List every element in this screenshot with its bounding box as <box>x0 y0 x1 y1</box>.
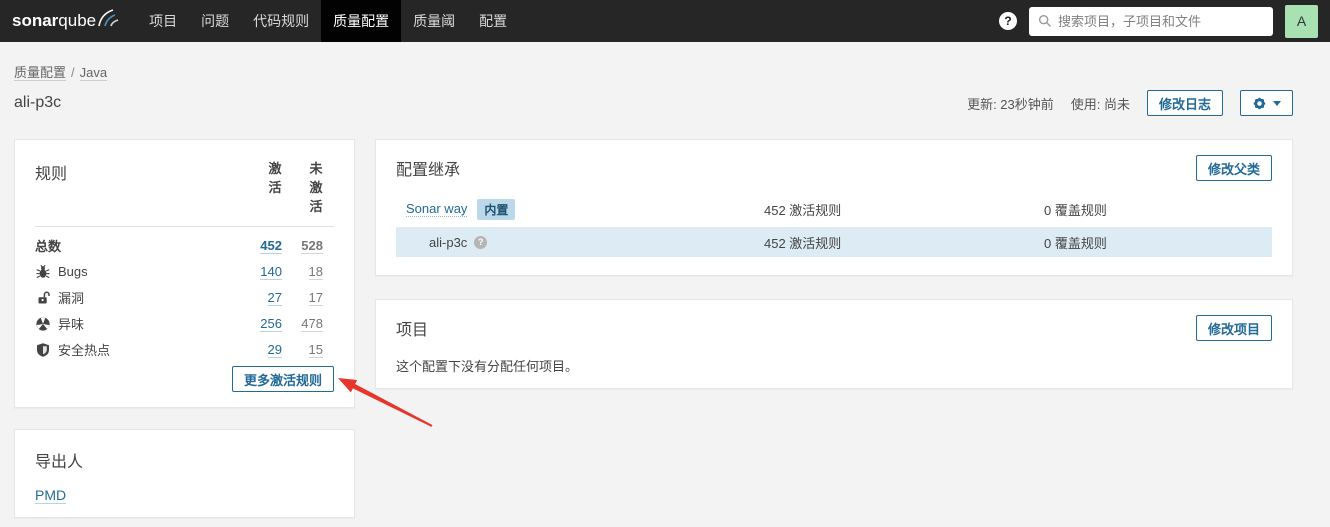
bug-icon <box>35 264 51 280</box>
profile-actions-button[interactable] <box>1240 90 1293 116</box>
rule-row-bugs: Bugs 140 18 <box>35 259 334 285</box>
rules-table-header: 规则 激活 未激活 <box>35 160 334 217</box>
rules-panel: 规则 激活 未激活 总数 452 528 Bugs 140 18 漏洞 27 1… <box>14 139 355 408</box>
built-in-badge: 内置 <box>477 198 516 220</box>
vulnerabilities-inactive-count-link[interactable]: 17 <box>308 290 323 307</box>
code-smell-icon <box>35 316 51 332</box>
used-status: 使用: 尚未 <box>1070 96 1130 112</box>
security-hotspot-icon <box>35 342 51 358</box>
changelog-button[interactable]: 修改日志 <box>1146 90 1223 116</box>
inheritance-panel: 配置继承 修改父类 Sonar way 内置 452 激活规则 0 覆盖规则 a… <box>375 139 1293 276</box>
sonarqube-logo[interactable]: sonar qube <box>12 0 121 42</box>
profile-help-icon[interactable]: ? <box>474 235 488 249</box>
projects-panel-title: 项目 <box>396 322 429 339</box>
rules-col-inactive-header: 未激活 <box>309 161 323 214</box>
more-active-rules-button[interactable]: 更多激活规则 <box>231 366 334 392</box>
global-search[interactable] <box>1029 6 1273 36</box>
breadcrumb-quality-profiles-link[interactable]: 质量配置 <box>14 65 67 81</box>
right-column: 配置继承 修改父类 Sonar way 内置 452 激活规则 0 覆盖规则 a… <box>375 139 1293 389</box>
current-profile-active-rules: 452 激活规则 <box>764 235 842 251</box>
rule-label-total: 总数 <box>35 239 62 255</box>
search-icon <box>1038 14 1051 27</box>
nav-item-quality-profiles[interactable]: 质量配置 <box>321 0 402 42</box>
updated-timestamp: 更新: 23秒钟前 <box>967 96 1054 112</box>
gear-icon <box>1253 97 1266 109</box>
logo-text-light: qube <box>58 11 97 30</box>
rules-divider <box>35 225 334 227</box>
bugs-active-count-link[interactable]: 140 <box>260 264 282 281</box>
profile-meta: 更新: 23秒钟前 使用: 尚未 修改日志 <box>967 90 1293 116</box>
inheritance-row-sonar-way: Sonar way 内置 452 激活规则 0 覆盖规则 <box>396 194 1272 224</box>
logo-text-bold: sonar <box>12 11 59 30</box>
page-content: 质量配置 / Java ali-p3c 更新: 23秒钟前 使用: 尚未 修改日志 <box>0 62 1330 518</box>
profile-header: ali-p3c 更新: 23秒钟前 使用: 尚未 修改日志 <box>14 90 1293 116</box>
search-input[interactable] <box>1058 13 1264 29</box>
projects-panel: 项目 修改项目 这个配置下没有分配任何项目。 <box>375 299 1293 389</box>
security-hotspots-inactive-count-link[interactable]: 15 <box>308 342 323 359</box>
help-icon[interactable]: ? <box>999 12 1017 30</box>
rule-row-security-hotspots: 安全热点 29 15 <box>35 337 334 363</box>
sonar-way-overridden-rules: 0 覆盖规则 <box>1044 202 1107 218</box>
sonar-way-active-rules: 452 激活规则 <box>764 202 842 218</box>
inheritance-rows: Sonar way 内置 452 激活规则 0 覆盖规则 ali-p3c ? 4… <box>396 194 1272 257</box>
breadcrumb-language-link[interactable]: Java <box>79 65 108 81</box>
vulnerability-icon <box>35 290 51 306</box>
rules-col-active-header: 激活 <box>268 161 282 195</box>
chevron-down-icon <box>1273 100 1281 106</box>
nav-item-quality-gates[interactable]: 质量阈 <box>401 0 467 42</box>
rule-row-total: 总数 452 528 <box>35 233 334 259</box>
logo-waves-icon <box>98 9 119 27</box>
current-profile-overridden-rules: 0 覆盖规则 <box>1044 235 1107 251</box>
rule-label-code-smells: 异味 <box>58 317 85 333</box>
rule-row-code-smells: 异味 256 478 <box>35 311 334 337</box>
nav-item-projects[interactable]: 项目 <box>137 0 189 42</box>
exporters-panel: 导出人 PMD <box>14 429 355 518</box>
main-columns: 规则 激活 未激活 总数 452 528 Bugs 140 18 漏洞 27 1… <box>14 139 1293 518</box>
change-parent-button[interactable]: 修改父类 <box>1195 155 1272 181</box>
nav-item-administration[interactable]: 配置 <box>467 0 519 42</box>
user-avatar[interactable]: A <box>1285 4 1318 38</box>
main-nav: 项目 问题 代码规则 质量配置 质量阈 配置 <box>137 0 519 42</box>
projects-empty-message: 这个配置下没有分配任何项目。 <box>396 359 579 374</box>
left-column: 规则 激活 未激活 总数 452 528 Bugs 140 18 漏洞 27 1… <box>14 139 355 518</box>
nav-right-group: ? A <box>999 0 1318 42</box>
rule-row-vulnerabilities: 漏洞 27 17 <box>35 285 334 311</box>
nav-item-rules[interactable]: 代码规则 <box>241 0 321 42</box>
pmd-exporter-link[interactable]: PMD <box>35 487 67 504</box>
total-active-count-link[interactable]: 452 <box>260 238 282 255</box>
nav-item-issues[interactable]: 问题 <box>189 0 241 42</box>
top-navbar: sonarqube 项目 问题 代码规则 质量配置 质量阈 配置 ? A <box>0 0 1330 42</box>
page-title: ali-p3c <box>14 94 62 111</box>
total-inactive-count-link[interactable]: 528 <box>301 238 323 255</box>
rule-label-bugs: Bugs <box>58 264 88 280</box>
vulnerabilities-active-count-link[interactable]: 27 <box>267 290 282 307</box>
inheritance-header: 配置继承 修改父类 <box>396 155 1272 181</box>
sonar-way-link[interactable]: Sonar way <box>406 201 468 217</box>
code-smells-active-count-link[interactable]: 256 <box>260 316 282 333</box>
inheritance-row-current-profile: ali-p3c ? 452 激活规则 0 覆盖规则 <box>396 227 1272 257</box>
change-projects-button[interactable]: 修改项目 <box>1195 315 1272 341</box>
breadcrumb-separator: / <box>71 65 75 80</box>
rule-label-security-hotspots: 安全热点 <box>58 343 111 359</box>
code-smells-inactive-count-link[interactable]: 478 <box>301 316 323 333</box>
exporters-panel-title: 导出人 <box>35 454 84 471</box>
rule-label-vulnerabilities: 漏洞 <box>58 291 85 307</box>
inheritance-panel-title: 配置继承 <box>396 162 461 179</box>
current-profile-name: ali-p3c <box>429 234 468 250</box>
security-hotspots-active-count-link[interactable]: 29 <box>267 342 282 359</box>
breadcrumb: 质量配置 / Java <box>14 62 1293 81</box>
rules-panel-title: 规则 <box>35 166 68 183</box>
projects-header: 项目 修改项目 <box>396 315 1272 341</box>
bugs-inactive-count-link[interactable]: 18 <box>308 264 323 281</box>
